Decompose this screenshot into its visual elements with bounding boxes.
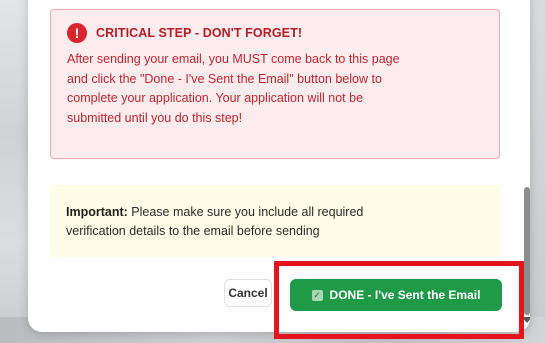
scroll-down-arrow-icon[interactable] [522, 317, 530, 323]
background-left [0, 0, 30, 343]
cancel-button[interactable]: Cancel [224, 279, 272, 307]
important-label: Important: [66, 205, 128, 219]
critical-message-line: After sending your email, you MUST come … [67, 52, 400, 66]
important-notice-line: Important: Please make sure you include … [66, 203, 484, 222]
critical-message-line: submitted until you do this step! [67, 110, 243, 125]
critical-alert-header: ! CRITICAL STEP - DON'T FORGET! [67, 22, 483, 44]
critical-alert-message: After sending your email, you MUST come … [67, 50, 483, 128]
checkbox-icon: ✓ [311, 289, 323, 301]
critical-message-line: and click the "Done - I've Sent the Emai… [67, 71, 382, 86]
done-button-label: DONE - I've Sent the Email [329, 288, 481, 302]
alert-circle-icon: ! [67, 23, 87, 43]
scrollbar-thumb[interactable] [524, 187, 530, 315]
critical-step-alert: ! CRITICAL STEP - DON'T FORGET! After se… [50, 9, 500, 159]
important-notice: Important: Please make sure you include … [50, 185, 500, 257]
critical-message-line: complete your application. Your applicat… [67, 91, 364, 105]
critical-alert-title: CRITICAL STEP - DON'T FORGET! [96, 26, 303, 40]
done-sent-email-button[interactable]: ✓ DONE - I've Sent the Email [290, 279, 502, 311]
important-notice-line: verification details to the email before… [66, 224, 320, 238]
important-text: Please make sure you include all require… [127, 205, 364, 219]
modal-dialog: ! CRITICAL STEP - DON'T FORGET! After se… [28, 0, 530, 332]
